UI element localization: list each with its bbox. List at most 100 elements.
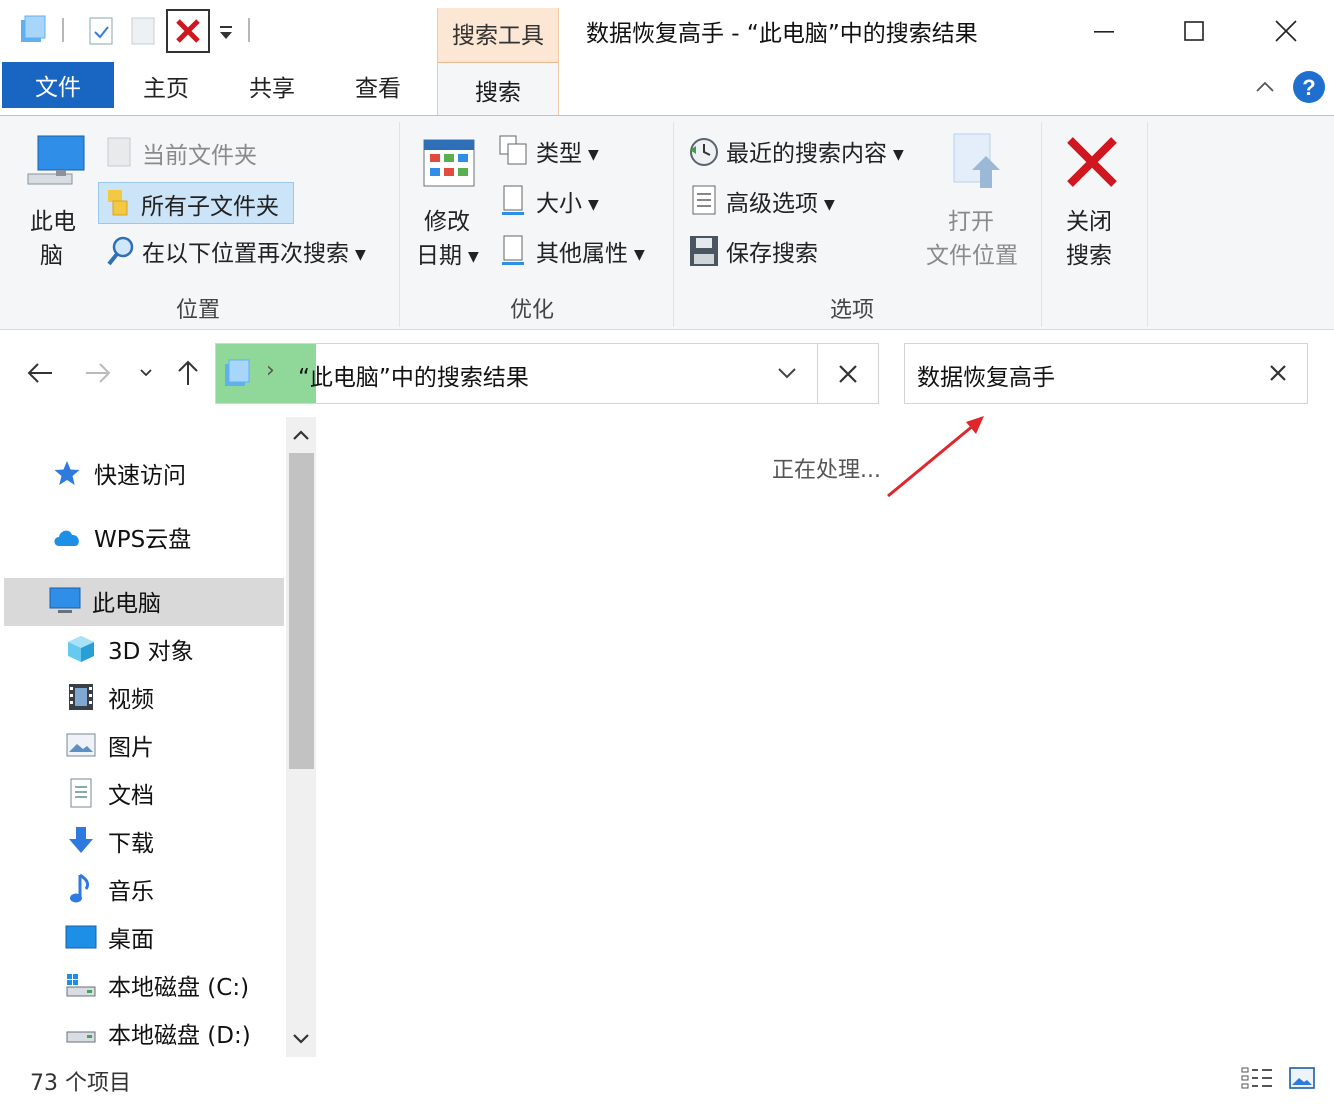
drive-icon — [64, 1016, 98, 1050]
scroll-up-arrow-icon[interactable] — [291, 425, 311, 449]
chevron-down-icon: ▼ — [634, 246, 645, 263]
open-location-label-line2: 文件位置 — [926, 243, 1018, 269]
subfolders-icon — [105, 187, 133, 223]
search-input[interactable]: 数据恢复高手 — [917, 358, 1055, 392]
sidebar-scrollbar[interactable] — [286, 417, 316, 1057]
current-folder-label: 当前文件夹 — [142, 143, 257, 169]
sidebar-item-drive-c[interactable]: 本地磁盘 (C:) — [64, 962, 249, 1008]
chevron-down-icon: ▼ — [468, 248, 479, 265]
tab-share[interactable]: 共享 — [226, 62, 318, 110]
title-bar: 数据恢复高手 - “此电脑”中的搜索结果 — [0, 0, 1334, 62]
quick-access-separator — [248, 18, 250, 42]
chevron-down-icon: ▼ — [588, 196, 599, 213]
window-title: 数据恢复高手 - “此电脑”中的搜索结果 — [586, 21, 978, 47]
sidebar-item-label: 文档 — [108, 783, 154, 809]
sidebar-item-desktop[interactable]: 桌面 — [64, 914, 154, 960]
collapse-ribbon-icon[interactable] — [1254, 76, 1276, 102]
advanced-options-button[interactable]: 高级选项 ▼ — [688, 184, 848, 222]
tab-view[interactable]: 查看 — [332, 62, 424, 110]
back-button[interactable] — [20, 353, 60, 393]
advanced-options-label: 高级选项 ▼ — [726, 191, 835, 217]
sidebar-item-downloads[interactable]: 下载 — [64, 818, 154, 864]
scroll-down-arrow-icon[interactable] — [291, 1029, 311, 1053]
forward-button[interactable] — [78, 353, 118, 393]
chevron-down-icon[interactable] — [776, 362, 798, 388]
help-icon[interactable]: ? — [1292, 70, 1326, 108]
cloud-icon — [50, 520, 84, 554]
current-folder-button[interactable]: 当前文件夹 — [104, 136, 294, 172]
up-button[interactable] — [168, 353, 208, 393]
all-subfolders-label: 所有子文件夹 — [141, 194, 279, 220]
sidebar-item-wps-cloud[interactable]: WPS云盘 — [50, 514, 191, 560]
close-search-label-line1: 关闭 — [1066, 209, 1112, 235]
delete-icon[interactable] — [166, 9, 210, 53]
sidebar-item-label: 本地磁盘 (C:) — [108, 975, 250, 1001]
date-modified-label-line1: 修改 — [424, 209, 470, 235]
navigation-bar: › “此电脑”中的搜索结果 数据恢复高手 — [0, 331, 1334, 417]
tab-search[interactable]: 搜索 — [438, 62, 558, 116]
other-properties-icon — [500, 234, 528, 272]
close-window-button[interactable] — [1240, 0, 1332, 62]
large-icons-view-icon[interactable] — [1288, 1065, 1316, 1095]
film-icon — [64, 680, 98, 714]
size-label: 大小 ▼ — [536, 191, 599, 217]
recent-searches-icon — [688, 136, 720, 172]
scrollbar-thumb[interactable] — [289, 453, 314, 769]
clear-search-icon[interactable] — [1269, 364, 1287, 386]
address-bar[interactable]: › “此电脑”中的搜索结果 — [215, 343, 879, 404]
details-view-icon[interactable] — [1240, 1065, 1274, 1095]
sidebar-item-3d-objects[interactable]: 3D 对象 — [64, 626, 194, 672]
tab-home[interactable]: 主页 — [120, 62, 212, 110]
sidebar-item-label: 本地磁盘 (D:) — [108, 1023, 251, 1049]
sidebar-item-label: 此电脑 — [92, 591, 161, 617]
sidebar-item-label: 视频 — [108, 687, 154, 713]
save-search-button[interactable]: 保存搜索 — [688, 234, 838, 272]
navigation-pane: 快速访问 WPS云盘 此电脑 3D 对象 视频 图片 文档 下载 音乐 桌面 本… — [0, 417, 318, 1057]
item-count: 73 个项目 — [30, 1071, 131, 1096]
document-icon — [64, 776, 98, 810]
recent-searches-button[interactable]: 最近的搜索内容 ▼ — [688, 134, 918, 172]
other-properties-button[interactable]: 其他属性 ▼ — [498, 234, 660, 272]
kind-label: 类型 ▼ — [536, 141, 599, 167]
close-search-icon — [1064, 134, 1120, 194]
kind-button[interactable]: 类型 ▼ — [498, 134, 618, 172]
sidebar-item-quick-access[interactable]: 快速访问 — [50, 450, 186, 496]
recent-locations-button[interactable] — [128, 353, 164, 393]
this-pc-icon — [22, 135, 88, 196]
chevron-down-icon: ▼ — [893, 146, 904, 163]
sidebar-item-label: 3D 对象 — [108, 639, 194, 665]
sidebar-item-drive-d[interactable]: 本地磁盘 (D:) — [64, 1010, 251, 1056]
all-subfolders-button[interactable]: 所有子文件夹 — [98, 182, 294, 224]
size-button[interactable]: 大小 ▼ — [498, 184, 618, 222]
sidebar-item-documents[interactable]: 文档 — [64, 770, 154, 816]
search-box[interactable]: 数据恢复高手 — [904, 343, 1308, 404]
sidebar-item-music[interactable]: 音乐 — [64, 866, 154, 912]
maximize-button[interactable] — [1148, 0, 1240, 62]
group-divider — [399, 122, 400, 327]
properties-icon[interactable] — [86, 12, 116, 48]
this-pc-button[interactable]: 此电 脑 — [22, 132, 88, 269]
sidebar-item-videos[interactable]: 视频 — [64, 674, 154, 720]
system-drive-icon — [64, 968, 98, 1002]
this-pc-app-icon — [18, 12, 48, 48]
sidebar-item-pictures[interactable]: 图片 — [64, 722, 154, 768]
save-disk-icon — [688, 234, 720, 272]
sidebar-item-label: 快速访问 — [94, 463, 186, 489]
music-note-icon — [64, 872, 98, 906]
new-folder-icon[interactable] — [128, 12, 158, 48]
save-search-label: 保存搜索 — [726, 241, 818, 267]
address-divider — [817, 344, 818, 403]
clear-address-icon[interactable] — [838, 364, 858, 388]
breadcrumb-separator[interactable]: › — [266, 358, 275, 383]
tab-file[interactable]: 文件 — [2, 62, 114, 108]
search-again-in-button[interactable]: 在以下位置再次搜索 ▼ — [104, 234, 388, 270]
recent-searches-label: 最近的搜索内容 ▼ — [726, 141, 904, 167]
calendar-icon — [422, 136, 476, 192]
kind-icon — [498, 134, 530, 172]
group-divider — [1041, 122, 1042, 327]
file-list-area[interactable] — [318, 417, 1334, 1057]
minimize-button[interactable] — [1058, 0, 1150, 62]
sidebar-item-this-pc[interactable]: 此电脑 — [48, 578, 161, 624]
picture-icon — [64, 728, 98, 762]
customize-quick-access-icon[interactable] — [216, 12, 236, 48]
